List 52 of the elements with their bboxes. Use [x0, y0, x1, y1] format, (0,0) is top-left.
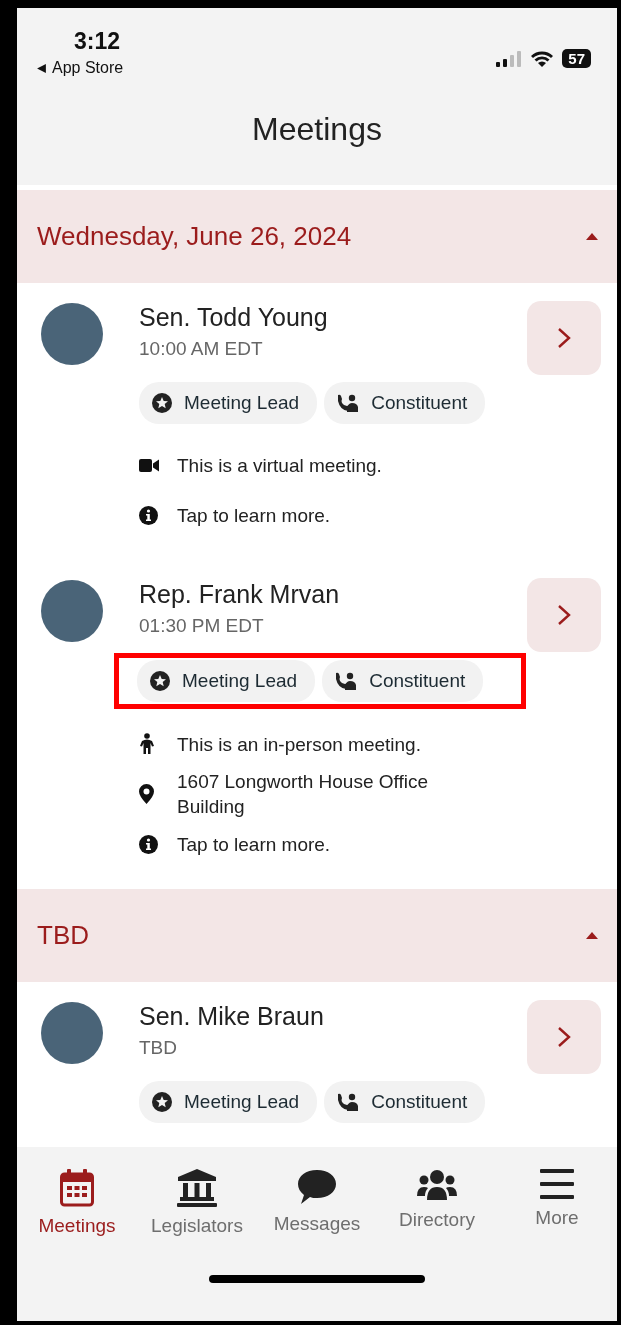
role-tag: Meeting Lead: [139, 1081, 318, 1123]
meeting-time: TBD: [139, 1037, 178, 1059]
meeting-detail: Tap to learn more.: [177, 832, 331, 857]
info-icon: [139, 834, 158, 854]
person-phone-icon: [337, 393, 360, 413]
role-tag: Constituent: [324, 382, 486, 424]
tab-item[interactable]: More: [497, 1169, 617, 1237]
section-date: TBD: [37, 920, 89, 951]
legislator-name: Sen. Todd Young: [139, 303, 329, 332]
calendar-icon: [60, 1169, 94, 1207]
chevron-right-icon: [557, 604, 571, 626]
meeting-detail: 1607 Longworth House Office Building: [177, 770, 430, 819]
person-phone-icon: [335, 671, 358, 691]
open-meeting-button[interactable]: [527, 578, 601, 652]
tab-item[interactable]: Meetings: [17, 1169, 137, 1237]
role-tag: Constituent: [324, 1081, 486, 1123]
battery-level: 57: [562, 49, 591, 68]
tab-item[interactable]: Legislators: [137, 1169, 257, 1237]
meeting-detail: This is an in-person meeting.: [177, 732, 421, 757]
section-header[interactable]: TBD: [17, 889, 617, 982]
open-meeting-button[interactable]: [527, 301, 601, 375]
open-meeting-button[interactable]: [527, 1000, 601, 1074]
status-time: 3:12: [74, 28, 121, 55]
back-link[interactable]: App Store: [36, 59, 124, 77]
meeting-detail: This is a virtual meeting.: [177, 453, 382, 478]
legislator-name: Sen. Mike Braun: [139, 1002, 325, 1031]
role-tag: Meeting Lead: [139, 382, 318, 424]
menu-icon: [540, 1169, 574, 1199]
person-phone-icon: [337, 1092, 360, 1112]
building-icon: [177, 1169, 217, 1207]
tab-item[interactable]: Messages: [257, 1169, 377, 1237]
legislator-name: Rep. Frank Mrvan: [139, 580, 341, 609]
people-icon: [417, 1169, 457, 1201]
chevron-right-icon: [557, 1026, 571, 1048]
page-title: Meetings: [251, 111, 383, 148]
tab-item[interactable]: Directory: [377, 1169, 497, 1237]
chevron-right-icon: [557, 327, 571, 349]
info-icon: [139, 505, 158, 525]
role-tag: Constituent: [322, 660, 484, 702]
speech-bubble-icon: [297, 1169, 337, 1205]
role-tag: Meeting Lead: [137, 660, 316, 702]
section-date: Wednesday, June 26, 2024: [37, 221, 352, 252]
wifi-icon: [530, 49, 555, 68]
meeting-time: 10:00 AM EDT: [139, 338, 264, 360]
person-icon: [139, 733, 155, 755]
signal-icon: [496, 50, 523, 67]
location-pin-icon: [139, 784, 154, 804]
meeting-time: 01:30 PM EDT: [139, 615, 265, 637]
back-arrow-icon: [36, 62, 47, 74]
video-camera-icon: [139, 458, 159, 472]
section-header[interactable]: Wednesday, June 26, 2024: [17, 190, 617, 283]
meeting-detail: Tap to learn more.: [177, 503, 331, 528]
